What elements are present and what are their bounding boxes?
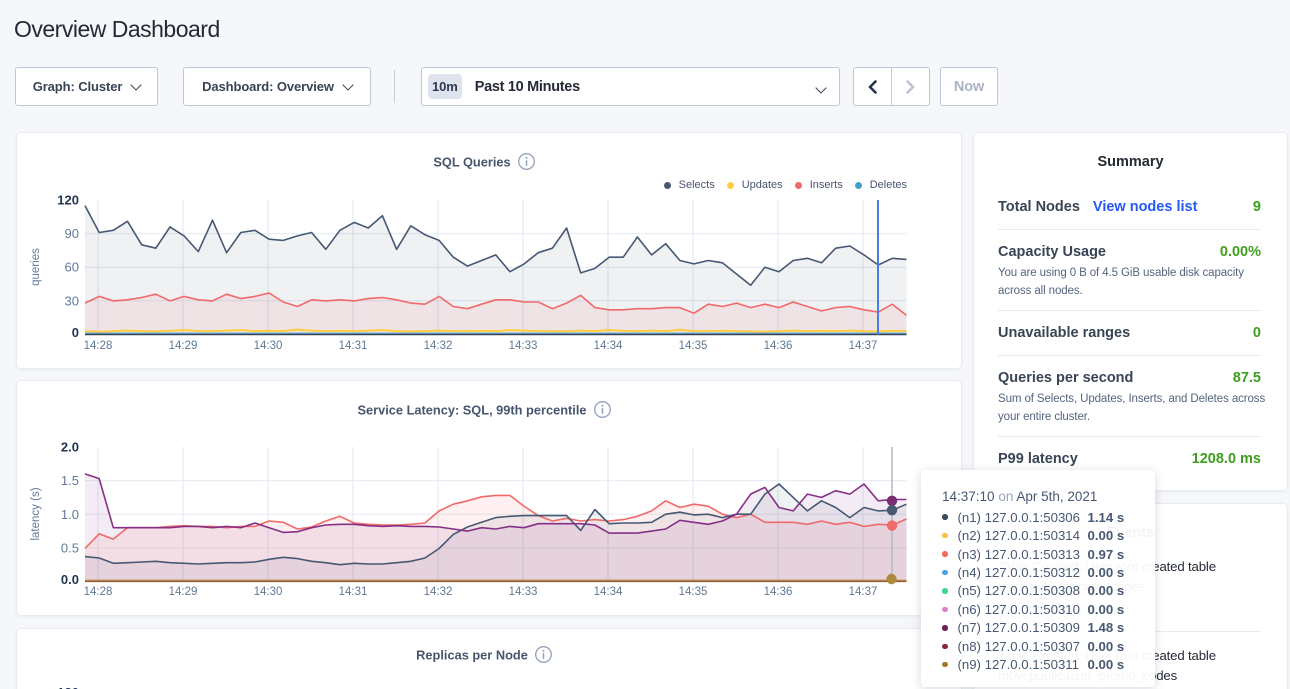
svg-text:120: 120: [57, 685, 79, 689]
svg-text:14:33: 14:33: [509, 586, 538, 598]
svg-text:14:34: 14:34: [594, 586, 623, 598]
svg-text:14:31: 14:31: [339, 340, 368, 352]
svg-text:14:35: 14:35: [679, 586, 708, 598]
svg-text:14:36: 14:36: [764, 586, 793, 598]
svg-text:14:28: 14:28: [84, 586, 113, 598]
svg-text:latency (s): latency (s): [30, 487, 42, 540]
svg-text:14:37: 14:37: [849, 340, 878, 352]
svg-text:14:35: 14:35: [679, 340, 708, 352]
svg-text:60: 60: [65, 260, 79, 275]
svg-text:14:30: 14:30: [254, 340, 283, 352]
svg-text:90: 90: [65, 226, 79, 241]
svg-text:1.5: 1.5: [61, 473, 79, 488]
svg-text:30: 30: [65, 293, 79, 308]
svg-text:14:30: 14:30: [254, 586, 283, 598]
svg-text:14:36: 14:36: [764, 340, 793, 352]
svg-text:0.0: 0.0: [61, 572, 79, 587]
svg-text:14:29: 14:29: [169, 340, 198, 352]
svg-text:14:33: 14:33: [509, 340, 538, 352]
svg-text:2.0: 2.0: [61, 440, 79, 455]
svg-text:120: 120: [57, 193, 79, 208]
svg-text:0.5: 0.5: [61, 540, 79, 555]
svg-text:14:28: 14:28: [84, 340, 113, 352]
svg-text:queries: queries: [30, 248, 42, 286]
svg-text:14:29: 14:29: [169, 586, 198, 598]
svg-text:14:34: 14:34: [594, 340, 623, 352]
svg-text:14:31: 14:31: [339, 586, 368, 598]
svg-text:14:32: 14:32: [424, 340, 453, 352]
svg-text:0: 0: [72, 325, 79, 340]
svg-text:14:37: 14:37: [849, 586, 878, 598]
svg-text:14:32: 14:32: [424, 586, 453, 598]
svg-text:1.0: 1.0: [61, 507, 79, 522]
